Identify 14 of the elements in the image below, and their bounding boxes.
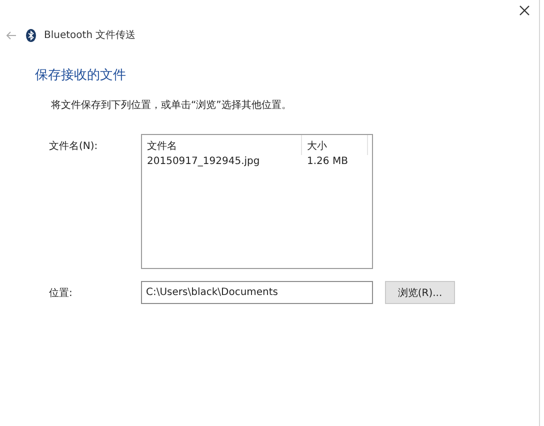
window-title: Bluetooth 文件传送	[44, 28, 136, 42]
bluetooth-icon	[26, 28, 36, 42]
column-header[interactable]: 大小	[302, 135, 368, 155]
column-header[interactable]: 文件名	[142, 135, 302, 155]
file-name-label: 文件名(N):	[49, 140, 99, 154]
location-label: 位置:	[49, 286, 74, 301]
browse-button[interactable]: 浏览(R)...	[385, 281, 455, 304]
location-field[interactable]: C:\Users\black\Documents	[141, 281, 373, 304]
table-cell-text: 1.26 MB	[306, 155, 349, 167]
file-list[interactable]: 文件名 大小 20150917_192945.jpg 1.26 MB	[141, 134, 373, 269]
table-cell-text: 20150917_192945.jpg	[146, 155, 261, 167]
page-heading: 保存接收的文件	[35, 67, 127, 84]
close-icon[interactable]	[518, 4, 530, 16]
instruction-text: 将文件保存到下列位置，或单击“浏览”选择其他位置。	[51, 98, 292, 112]
